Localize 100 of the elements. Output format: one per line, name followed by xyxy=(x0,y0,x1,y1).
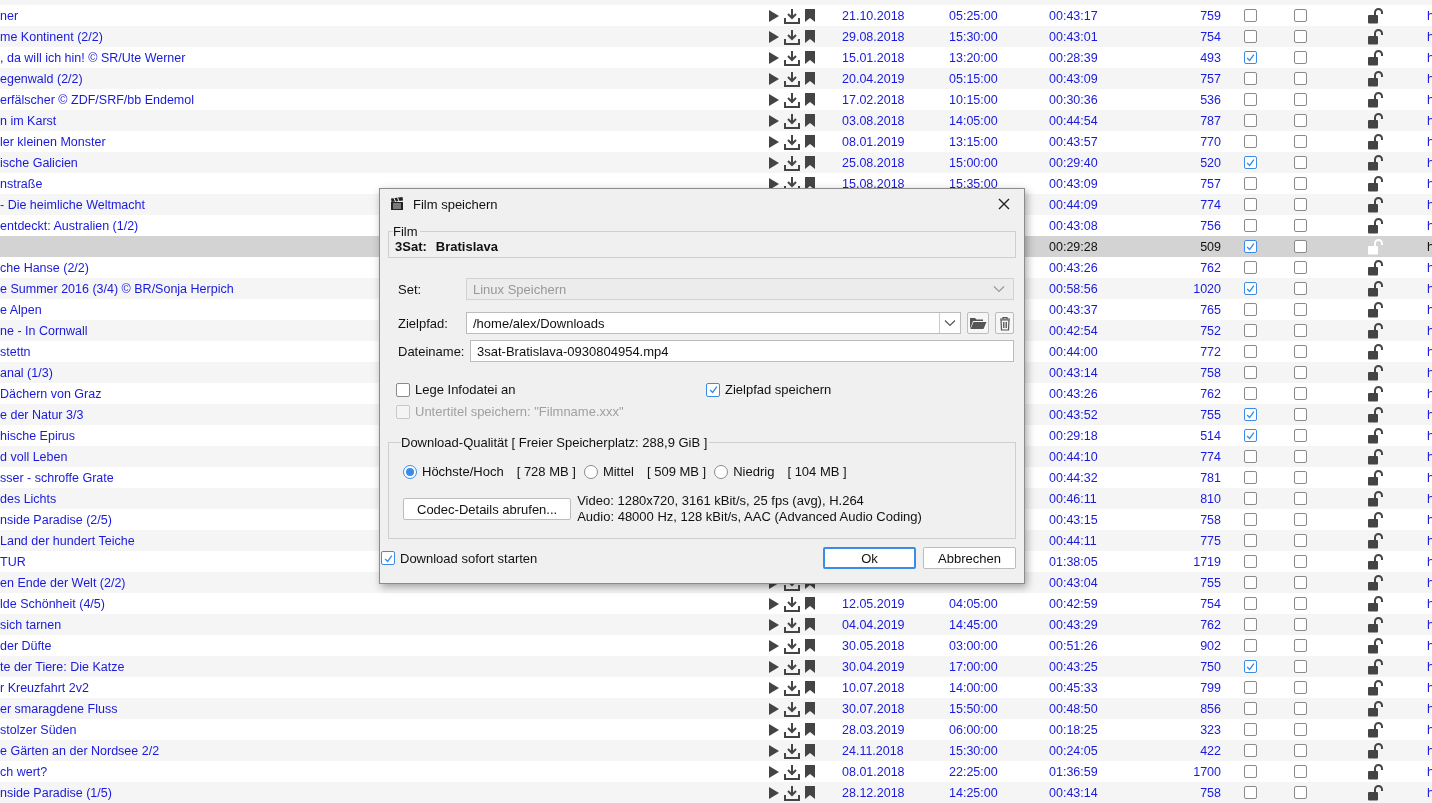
size-text: 856 xyxy=(1200,701,1221,716)
film-title: hische Epirus xyxy=(0,428,76,443)
size-text: 757 xyxy=(1200,176,1221,191)
size-text: 750 xyxy=(1200,659,1221,674)
film-title: n im Karst xyxy=(0,113,57,128)
size-text: 756 xyxy=(1200,218,1221,233)
time-text: 13:20:00 xyxy=(949,50,998,65)
film-title: d voll Leben xyxy=(0,449,68,464)
video-info: Video: 1280x720, 3161 kBit/s, 25 fps (avg), H.264 xyxy=(577,493,865,509)
time-text: 22:25:00 xyxy=(949,764,998,779)
film-title: en Ende der Welt (2/2) xyxy=(0,575,126,590)
duration-text: 00:43:57 xyxy=(1049,134,1098,149)
film-title: e Alpen xyxy=(0,302,42,317)
date-text: 04.04.2019 xyxy=(842,617,905,632)
size-text: 1700 xyxy=(1193,764,1221,779)
size-text: 1719 xyxy=(1193,554,1221,569)
duration-text: 00:29:28 xyxy=(1049,239,1098,254)
channel-name: 3Sat: xyxy=(395,239,427,254)
duration-text: 00:24:05 xyxy=(1049,743,1098,758)
film-title: sich tarnen xyxy=(0,617,62,632)
option-label: Lege Infodatei an xyxy=(415,382,516,397)
duration-text: 00:43:14 xyxy=(1049,785,1098,800)
size-text: 762 xyxy=(1200,386,1221,401)
size-text: 758 xyxy=(1200,365,1221,380)
size-text: 774 xyxy=(1200,449,1221,464)
film-title: stettn xyxy=(0,344,31,359)
time-text: 13:15:00 xyxy=(949,134,998,149)
duration-text: 00:43:08 xyxy=(1049,218,1098,233)
time-text: 15:30:00 xyxy=(949,743,998,758)
date-text: 10.07.2018 xyxy=(842,680,905,695)
time-text: 15:50:00 xyxy=(949,701,998,716)
date-text: 28.03.2019 xyxy=(842,722,905,737)
film-title: Dächern von Graz xyxy=(0,386,102,401)
duration-text: 00:28:39 xyxy=(1049,50,1098,65)
time-text: 15:30:00 xyxy=(949,29,998,44)
date-text: 24.11.2018 xyxy=(842,743,904,758)
size-text: 787 xyxy=(1200,113,1221,128)
field-label: Zielpfad: xyxy=(398,315,449,331)
size-text: 758 xyxy=(1200,512,1221,527)
size-text: 759 xyxy=(1200,8,1221,23)
time-text: 10:15:00 xyxy=(949,92,998,107)
duration-text: 00:44:09 xyxy=(1049,197,1098,212)
duration-text: 00:58:56 xyxy=(1049,281,1098,296)
time-text: 03:00:00 xyxy=(949,638,998,653)
duration-text: 00:48:50 xyxy=(1049,701,1098,716)
film-title: e Summer 2016 (3/4) © BR/Sonja Herpich xyxy=(0,281,234,296)
duration-text: 01:38:05 xyxy=(1049,554,1098,569)
time-text: 14:05:00 xyxy=(949,113,998,128)
film-title: e der Natur 3/3 xyxy=(0,407,84,422)
duration-text: 00:43:01 xyxy=(1049,29,1098,44)
film-title: che Hanse (2/2) xyxy=(0,260,89,275)
film-title: erfälscher © ZDF/SRF/bb Endemol xyxy=(0,92,194,107)
date-text: 29.08.2018 xyxy=(842,29,905,44)
film-name: Bratislava xyxy=(435,239,498,254)
size-text: 774 xyxy=(1200,197,1221,212)
size-text: 755 xyxy=(1200,407,1221,422)
size-text: 514 xyxy=(1200,428,1221,443)
size-text: 754 xyxy=(1200,596,1221,611)
duration-text: 00:44:54 xyxy=(1049,113,1098,128)
dialog-title: Film speichern xyxy=(413,196,498,212)
audio-info: Audio: 48000 Hz, 128 kBit/s, AAC (Advanced Audio Coding) xyxy=(577,509,922,525)
group-legend: Film xyxy=(393,224,420,239)
film-title: er smaragdene Fluss xyxy=(0,701,118,716)
film-title: te der Tiere: Die Katze xyxy=(0,659,125,674)
time-text: 14:00:00 xyxy=(949,680,998,695)
time-text: 15:35:00 xyxy=(949,176,998,191)
option-label: Zielpfad speichern xyxy=(725,382,832,397)
size-text: 493 xyxy=(1200,50,1221,65)
film-title: me Kontinent (2/2) xyxy=(0,29,103,44)
duration-text: 01:36:59 xyxy=(1049,764,1098,779)
date-text: 17.02.2018 xyxy=(842,92,905,107)
date-text: 21.10.2018 xyxy=(842,8,905,23)
duration-text: 00:18:25 xyxy=(1049,722,1098,737)
duration-text: 00:43:04 xyxy=(1049,575,1098,590)
film-title: e Gärten an der Nordsee 2/2 xyxy=(0,743,160,758)
size-text: 762 xyxy=(1200,260,1221,275)
option-label: Download sofort starten xyxy=(400,550,538,566)
size-text: 1020 xyxy=(1193,281,1221,296)
duration-text: 00:30:36 xyxy=(1049,92,1098,107)
duration-text: 00:51:26 xyxy=(1049,638,1098,653)
date-text: 30.07.2018 xyxy=(842,701,905,716)
film-title: ch wert? xyxy=(0,764,48,779)
duration-text: 00:43:09 xyxy=(1049,176,1098,191)
size-text: 536 xyxy=(1200,92,1221,107)
size-text: 772 xyxy=(1200,344,1221,359)
film-title: nstraße xyxy=(0,176,43,191)
film-title: stolzer Süden xyxy=(0,722,77,737)
date-text: 08.01.2019 xyxy=(842,134,905,149)
film-title: lde Schönheit (4/5) xyxy=(0,596,105,611)
size-text: 762 xyxy=(1200,617,1221,632)
size-text: 520 xyxy=(1200,155,1221,170)
date-text: 20.04.2019 xyxy=(842,71,905,86)
film-title: ne - In Cornwall xyxy=(0,323,88,338)
date-text: 15.08.2018 xyxy=(842,176,905,191)
duration-text: 00:43:29 xyxy=(1049,617,1098,632)
duration-text: 00:44:00 xyxy=(1049,344,1098,359)
quality-label: Niedrig xyxy=(733,464,775,479)
time-text: 04:05:00 xyxy=(949,596,998,611)
time-text: 05:25:00 xyxy=(949,8,998,23)
size-text: 765 xyxy=(1200,302,1221,317)
